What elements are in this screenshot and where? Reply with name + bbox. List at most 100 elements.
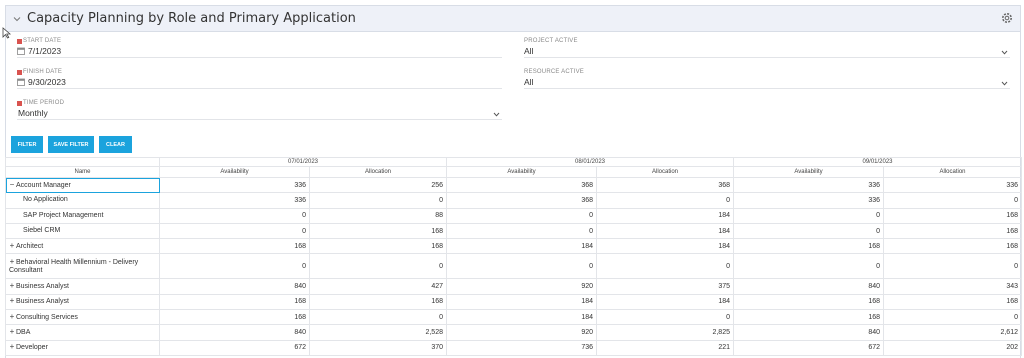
- allocation-cell: 0: [883, 253, 1022, 280]
- allocation-cell: 427: [309, 278, 447, 295]
- row-name-cell[interactable]: + Developer: [5, 339, 160, 356]
- panel-header: Capacity Planning by Role and Primary Ap…: [6, 6, 1020, 32]
- allocation-cell: 0: [596, 253, 734, 280]
- table-row[interactable]: + Business Analyst 840 427 920 375 840 343: [5, 278, 1022, 295]
- availability-cell: 0: [446, 207, 597, 224]
- table-row[interactable]: + Business Analyst 168 168 184 184 168 168: [5, 293, 1022, 311]
- time-period-select[interactable]: Monthly: [17, 107, 502, 120]
- row-label: SAP Project Management: [23, 211, 104, 219]
- expand-icon[interactable]: +: [9, 328, 15, 336]
- chevron-down-icon[interactable]: [1001, 79, 1008, 86]
- table-row[interactable]: SAP Project Management 0 88 0 184 0 168: [5, 207, 1022, 224]
- start-date-label: START DATE: [23, 38, 62, 44]
- availability-cell: 0: [159, 222, 310, 240]
- availability-column-header[interactable]: Availability: [446, 166, 597, 178]
- availability-cell: 840: [159, 324, 310, 341]
- allocation-cell: 168: [309, 293, 447, 311]
- calendar-icon[interactable]: [17, 78, 25, 86]
- allocation-column-header[interactable]: Allocation: [883, 166, 1022, 178]
- allocation-cell: 168: [883, 293, 1022, 311]
- availability-cell: 0: [733, 253, 884, 280]
- allocation-column-header[interactable]: Allocation: [309, 166, 447, 178]
- expand-icon[interactable]: +: [9, 297, 15, 305]
- availability-cell: 920: [446, 278, 597, 295]
- row-name-cell[interactable]: + Consulting Services: [5, 309, 160, 326]
- expand-icon[interactable]: +: [9, 312, 15, 321]
- save-filter-button[interactable]: SAVE FILTER: [48, 136, 94, 153]
- allocation-column-header[interactable]: Allocation: [596, 166, 734, 178]
- allocation-cell: 2,612: [883, 324, 1022, 341]
- allocation-cell: 168: [883, 238, 1022, 255]
- chevron-down-icon[interactable]: [1001, 48, 1008, 55]
- availability-cell: 840: [159, 278, 310, 295]
- row-name-cell[interactable]: + Architect: [5, 238, 160, 255]
- allocation-cell: 375: [596, 278, 734, 295]
- allocation-cell: 88: [309, 207, 447, 224]
- table-row[interactable]: + Behavioral Health Millennium - Delivery…: [5, 253, 1022, 280]
- allocation-cell: 2,528: [309, 324, 447, 341]
- project-active-value: All: [524, 46, 534, 56]
- gear-icon[interactable]: [1000, 11, 1014, 25]
- expand-icon[interactable]: +: [9, 282, 15, 290]
- availability-column-header[interactable]: Availability: [733, 166, 884, 178]
- name-column-header[interactable]: Name: [5, 166, 160, 178]
- row-label: Architect: [16, 242, 44, 250]
- row-label: No Application: [23, 196, 68, 204]
- table-row[interactable]: − Account Manager 336 256 368 368 336 336: [5, 176, 1022, 194]
- availability-cell: 0: [446, 253, 597, 280]
- row-label: Developer: [16, 344, 48, 352]
- availability-cell: 336: [733, 192, 884, 209]
- calendar-icon[interactable]: [17, 47, 25, 55]
- row-name-cell[interactable]: No Application: [5, 192, 160, 209]
- table-row[interactable]: No Application 336 0 368 0 336 0: [5, 192, 1022, 209]
- availability-cell: 0: [159, 207, 310, 224]
- start-date-input[interactable]: 7/1/2023: [17, 45, 502, 58]
- row-label: Behavioral Health Millennium - Delivery …: [9, 258, 139, 274]
- column-header-row: Name Availability Allocation Availabilit…: [5, 166, 1022, 178]
- row-label: Siebel CRM: [23, 227, 61, 235]
- resource-active-value: All: [524, 77, 534, 87]
- mouse-cursor-icon: [2, 26, 12, 39]
- allocation-cell: 221: [596, 339, 734, 356]
- availability-cell: 184: [446, 238, 597, 255]
- table-row[interactable]: Siebel CRM 0 168 0 184 0 168: [5, 222, 1022, 240]
- filter-button[interactable]: FILTER: [11, 136, 43, 153]
- time-period-label: TIME PERIOD: [23, 100, 65, 106]
- row-label: Consulting Services: [16, 313, 78, 321]
- row-name-cell[interactable]: + Business Analyst: [5, 278, 160, 295]
- table-row[interactable]: + DBA 840 2,528 920 2,825 840 2,612: [5, 324, 1022, 341]
- allocation-cell: 256: [309, 176, 447, 194]
- expand-icon[interactable]: +: [9, 343, 15, 351]
- clear-button[interactable]: CLEAR: [99, 136, 132, 153]
- month-header-row: 07/01/2023 08/01/2023 09/01/2023: [5, 157, 1022, 167]
- table-row[interactable]: + Architect 168 168 184 184 168 168: [5, 238, 1022, 255]
- row-name-cell[interactable]: + Behavioral Health Millennium - Delivery…: [5, 253, 160, 280]
- allocation-cell: 184: [596, 222, 734, 240]
- row-name-cell[interactable]: + DBA: [5, 324, 160, 341]
- allocation-cell: 168: [309, 238, 447, 255]
- availability-cell: 168: [159, 238, 310, 255]
- collapse-icon[interactable]: −: [9, 180, 15, 189]
- table-row[interactable]: + Developer 672 370 736 221 672 202: [5, 339, 1022, 356]
- resource-active-field: RESOURCE ACTIVE All: [524, 68, 1010, 89]
- chevron-down-icon[interactable]: [9, 11, 25, 27]
- chevron-down-icon[interactable]: [493, 110, 500, 117]
- allocation-cell: 184: [596, 238, 734, 255]
- project-active-select[interactable]: All: [524, 45, 1010, 58]
- expand-icon[interactable]: +: [9, 257, 15, 266]
- finish-date-label: FINISH DATE: [23, 69, 63, 75]
- row-name-cell[interactable]: − Account Manager: [5, 176, 160, 194]
- table-row[interactable]: + Consulting Services 168 0 184 0 168 0: [5, 309, 1022, 326]
- resource-active-select[interactable]: All: [524, 76, 1010, 89]
- project-active-field: PROJECT ACTIVE All: [524, 37, 1010, 58]
- month-header: 08/01/2023: [446, 157, 734, 167]
- row-name-cell[interactable]: SAP Project Management: [5, 207, 160, 224]
- row-name-cell[interactable]: Siebel CRM: [5, 222, 160, 240]
- finish-date-input[interactable]: 9/30/2023: [17, 76, 502, 89]
- expand-icon[interactable]: +: [9, 241, 15, 250]
- availability-cell: 368: [446, 192, 597, 209]
- availability-cell: 840: [733, 324, 884, 341]
- row-name-cell[interactable]: + Business Analyst: [5, 293, 160, 311]
- panel-title: Capacity Planning by Role and Primary Ap…: [27, 11, 356, 26]
- availability-column-header[interactable]: Availability: [159, 166, 310, 178]
